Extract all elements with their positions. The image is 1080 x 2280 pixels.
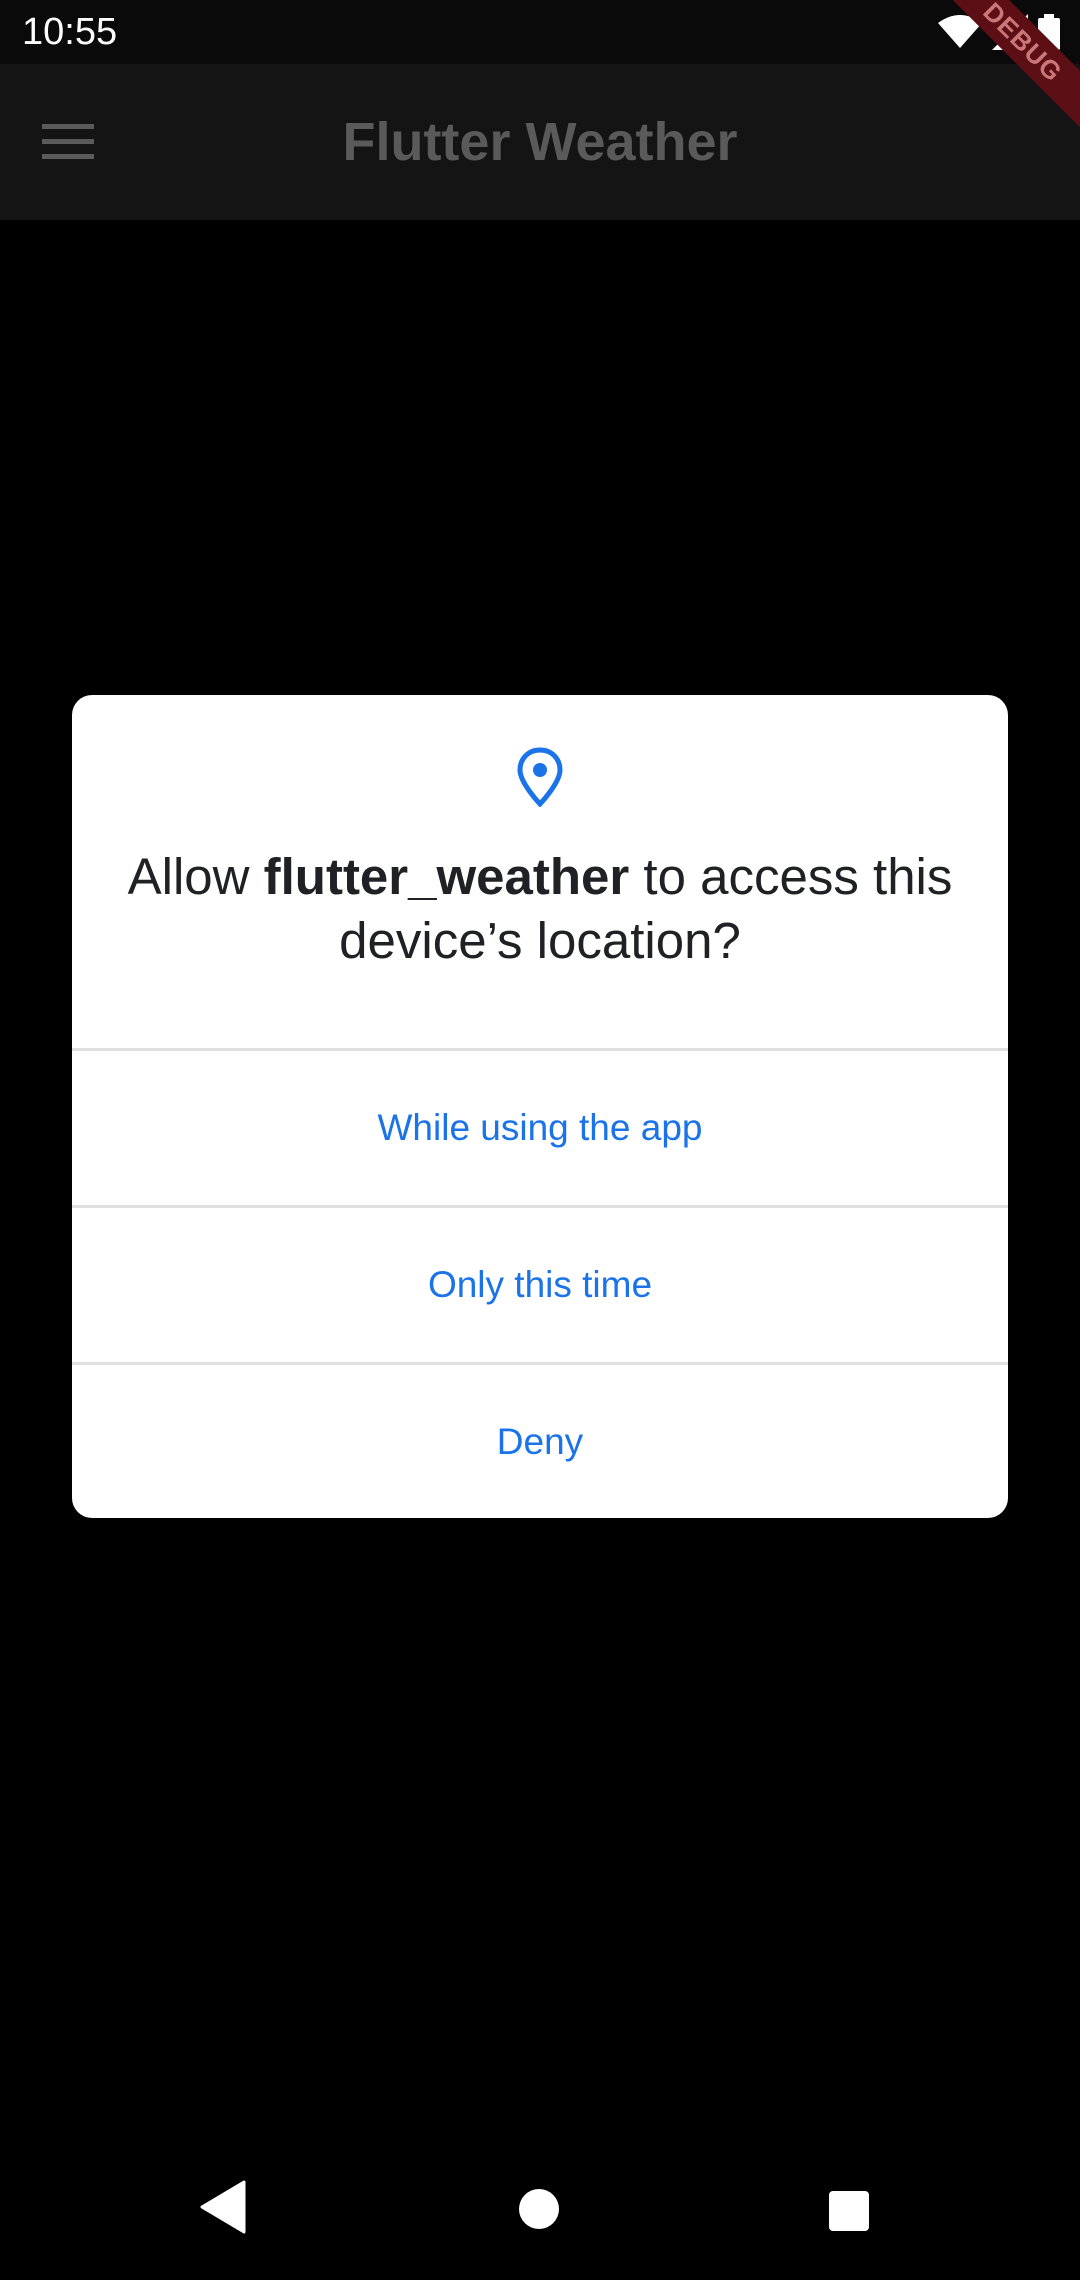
location-permission-dialog: Allow flutter_weather to access this dev… [72,695,1008,1518]
dialog-title-app-name: flutter_weather [263,848,630,905]
dialog-title-prefix: Allow [127,848,264,905]
deny-button[interactable]: Deny [72,1365,1008,1518]
status-bar: 10:55 [0,0,1080,64]
location-pin-icon [517,747,563,807]
screen: 10:55 Flutter Weather DEBUG Allow flutte… [0,0,1080,2280]
status-time: 10:55 [22,11,118,53]
only-this-time-button[interactable]: Only this time [72,1208,1008,1362]
dialog-header: Allow flutter_weather to access this dev… [72,695,1008,1048]
home-icon[interactable] [518,2188,560,2230]
recents-icon[interactable] [828,2190,870,2232]
dialog-title: Allow flutter_weather to access this dev… [112,845,968,973]
app-bar: Flutter Weather [0,64,1080,220]
while-using-app-button[interactable]: While using the app [72,1051,1008,1205]
app-title: Flutter Weather [342,112,738,172]
navigation-bar [0,2140,1080,2280]
back-icon[interactable] [200,2180,246,2234]
